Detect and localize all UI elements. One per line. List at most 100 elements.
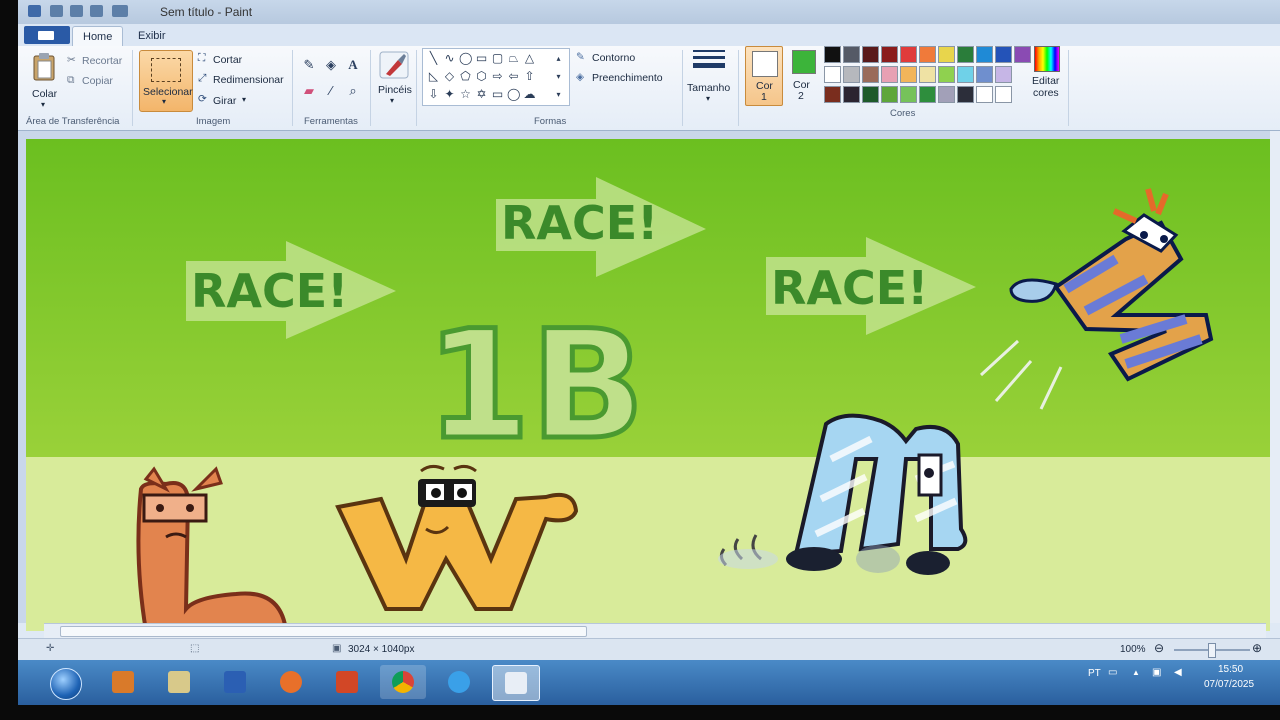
drawing-canvas[interactable]: RACE! RACE! RACE! 1B	[26, 139, 1270, 631]
clock-date[interactable]: 07/07/2025	[1204, 679, 1254, 690]
text-tool-icon[interactable]: A	[344, 56, 362, 74]
palette-color-swatch[interactable]	[900, 86, 917, 103]
show-hidden-icons-icon[interactable]: ▲	[1132, 668, 1140, 677]
palette-color-swatch[interactable]	[957, 86, 974, 103]
palette-color-swatch[interactable]	[938, 66, 955, 83]
taskbar-firefox[interactable]	[268, 665, 314, 699]
redo-icon[interactable]	[90, 5, 103, 17]
palette-color-swatch[interactable]	[957, 46, 974, 63]
palette-color-swatch[interactable]	[824, 46, 841, 63]
color-picker-icon[interactable]: ⁄	[322, 82, 340, 100]
left-arrow-shape-icon[interactable]: ⇦	[507, 70, 520, 83]
palette-color-swatch[interactable]	[843, 66, 860, 83]
fill-bucket-icon[interactable]: ◈	[322, 56, 340, 74]
save-icon[interactable]	[50, 5, 63, 17]
palette-color-swatch[interactable]	[919, 86, 936, 103]
up-arrow-shape-icon[interactable]: ⇧	[523, 70, 536, 83]
edit-colors-button[interactable]: Editar	[1032, 75, 1059, 87]
vertical-scrollbar[interactable]	[1270, 131, 1280, 623]
outline-button[interactable]: Contorno	[592, 52, 635, 64]
shapes-scroll-up-icon[interactable]: ▴	[552, 52, 565, 65]
pentagon-shape-icon[interactable]: ⬠	[459, 70, 472, 83]
palette-color-swatch[interactable]	[862, 66, 879, 83]
callout-cloud-shape-icon[interactable]: ☁	[523, 88, 536, 101]
right-arrow-shape-icon[interactable]: ⇨	[491, 70, 504, 83]
triangle-shape-icon[interactable]: △	[523, 52, 536, 65]
brushes-button[interactable]: Pincéis	[378, 84, 412, 96]
palette-color-swatch[interactable]	[900, 66, 917, 83]
palette-color-swatch[interactable]	[938, 46, 955, 63]
fill-button[interactable]: Preenchimento	[592, 72, 663, 84]
palette-color-swatch[interactable]	[862, 86, 879, 103]
undo-icon[interactable]	[70, 5, 83, 17]
palette-color-swatch[interactable]	[843, 46, 860, 63]
curve-shape-icon[interactable]: ∿	[443, 52, 456, 65]
paste-button[interactable]: Colar	[32, 88, 57, 100]
palette-color-swatch[interactable]	[995, 66, 1012, 83]
shapes-expand-icon[interactable]: ▾	[552, 88, 565, 101]
start-button[interactable]	[50, 668, 82, 700]
quick-access-menu-icon[interactable]	[112, 5, 128, 17]
palette-color-swatch[interactable]	[843, 86, 860, 103]
taskbar-paint[interactable]	[492, 665, 540, 701]
zoom-slider-thumb[interactable]	[1208, 643, 1216, 658]
line-shape-icon[interactable]: ╲	[427, 52, 440, 65]
volume-icon[interactable]: ◀	[1174, 667, 1182, 678]
palette-color-swatch[interactable]	[881, 86, 898, 103]
taskbar-word[interactable]	[212, 665, 258, 699]
oval-shape-icon[interactable]: ◯	[459, 52, 472, 65]
paste-icon[interactable]	[32, 52, 56, 82]
palette-color-swatch[interactable]	[881, 66, 898, 83]
palette-color-swatch[interactable]	[900, 46, 917, 63]
clock-time[interactable]: 15:50	[1218, 664, 1243, 675]
palette-color-swatch[interactable]	[824, 86, 841, 103]
color1-button[interactable]: Cor 1	[745, 46, 783, 106]
edit-colors-icon[interactable]	[1034, 46, 1060, 72]
taskbar-internet-explorer[interactable]	[436, 665, 482, 699]
palette-color-swatch[interactable]	[976, 46, 993, 63]
language-indicator[interactable]: PT	[1088, 668, 1101, 679]
palette-color-swatch[interactable]	[881, 46, 898, 63]
diamond-shape-icon[interactable]: ◇	[443, 70, 456, 83]
brush-icon[interactable]	[378, 50, 410, 80]
tab-view[interactable]: Exibir	[128, 26, 176, 46]
tab-home[interactable]: Home	[72, 26, 124, 47]
crop-button[interactable]: Cortar	[213, 54, 242, 66]
copy-button[interactable]: Copiar	[82, 75, 113, 87]
network-icon[interactable]: ▣	[1152, 667, 1161, 678]
paint-app-icon[interactable]	[28, 5, 41, 17]
eraser-icon[interactable]: ▰	[300, 82, 318, 100]
polygon-shape-icon[interactable]: ⏢	[507, 52, 520, 65]
palette-color-swatch[interactable]	[862, 46, 879, 63]
palette-color-swatch[interactable]	[976, 66, 993, 83]
palette-color-swatch[interactable]	[995, 46, 1012, 63]
size-lines-icon[interactable]	[693, 50, 725, 76]
palette-color-swatch[interactable]	[957, 66, 974, 83]
zoom-in-icon[interactable]: ⊕	[1252, 641, 1262, 655]
file-menu-button[interactable]	[24, 26, 70, 44]
down-arrow-shape-icon[interactable]: ⇩	[427, 88, 440, 101]
callout-oval-shape-icon[interactable]: ◯	[507, 88, 520, 101]
brushes-dropdown-icon[interactable]: ▾	[390, 96, 394, 105]
rectangle-shape-icon[interactable]: ▭	[475, 52, 488, 65]
taskbar-chrome[interactable]	[380, 665, 426, 699]
five-point-star-shape-icon[interactable]: ☆	[459, 88, 472, 101]
rotate-button[interactable]: Girar	[213, 95, 236, 107]
taskbar-powerpoint[interactable]	[324, 665, 370, 699]
taskbar-media-player[interactable]	[100, 665, 146, 699]
callout-rectangle-shape-icon[interactable]: ▭	[491, 88, 504, 101]
six-point-star-shape-icon[interactable]: ✡	[475, 88, 488, 101]
keyboard-icon[interactable]: ▭	[1108, 667, 1117, 678]
zoom-out-icon[interactable]: ⊖	[1154, 641, 1164, 655]
rotate-dropdown-icon[interactable]: ▾	[242, 95, 246, 104]
hexagon-shape-icon[interactable]: ⬡	[475, 70, 488, 83]
rounded-rectangle-shape-icon[interactable]: ▢	[491, 52, 504, 65]
palette-color-swatch[interactable]	[919, 46, 936, 63]
resize-button[interactable]: Redimensionar	[213, 74, 284, 86]
select-button[interactable]: Selecionar ▾	[139, 50, 193, 112]
taskbar-file-explorer[interactable]	[156, 665, 202, 699]
pencil-icon[interactable]: ✎	[300, 56, 318, 74]
magnifier-icon[interactable]: ⌕	[344, 82, 362, 100]
size-button[interactable]: Tamanho	[687, 82, 730, 94]
palette-color-swatch[interactable]	[919, 66, 936, 83]
